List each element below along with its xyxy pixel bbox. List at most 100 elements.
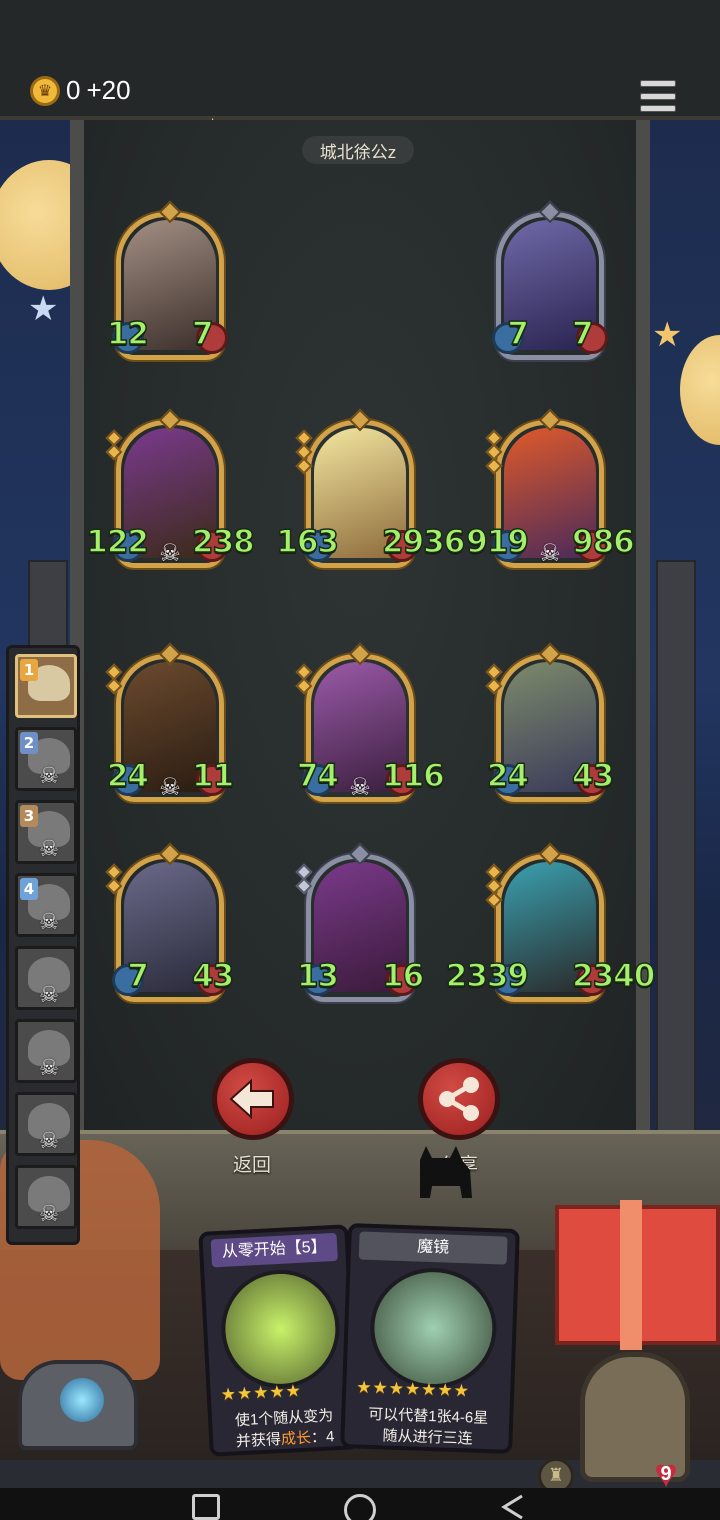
minion-health: 7 — [571, 315, 594, 353]
card-serpent-king[interactable]: 2339 2340 — [445, 842, 656, 1002]
lineup-slot[interactable]: 4 ☠ — [15, 873, 77, 937]
skull-icon: ☠ — [349, 773, 371, 801]
golden-pips — [105, 863, 123, 895]
golden-pips — [485, 863, 503, 909]
lineup-slot[interactable]: 3 ☠ — [15, 800, 77, 864]
card-witch[interactable]: 74 116 ☠ — [295, 642, 445, 802]
desc-text: 并获得 — [235, 1431, 282, 1451]
hand-card-magic-mirror[interactable]: 魔镜 ★★★★★★★ 可以代替1张4-6星 随从进行三连 — [340, 1223, 520, 1454]
golden-pips — [105, 663, 123, 695]
skull-icon: ☠ — [39, 837, 59, 862]
card-treant[interactable]: 122 238 ☠ — [86, 408, 255, 568]
minion-health: 16 — [381, 957, 425, 995]
coin-count: 0 — [66, 75, 81, 105]
card-old-warrior[interactable]: 163 2936 — [276, 408, 466, 568]
menu-bar-icon — [640, 80, 676, 87]
minion-attack: 74 — [296, 757, 340, 795]
card-elf-sorceress[interactable]: 77 — [492, 200, 608, 360]
right-pillar — [656, 560, 696, 1220]
minion-attack: 24 — [106, 757, 150, 795]
skull-icon: ☠ — [39, 1202, 59, 1227]
pip-icon — [295, 877, 313, 895]
lineup-rank: 3 — [20, 805, 38, 827]
star-decoration: ★ — [28, 289, 59, 329]
lineup-rank: 2 — [20, 732, 38, 754]
hand-card-description: 使1个随从变为 并获得成长：4 — [220, 1405, 350, 1454]
minion-health: 116 — [381, 757, 445, 795]
skull-icon: ☠ — [39, 1056, 59, 1081]
minion-health: 238 — [191, 523, 255, 561]
home-icon[interactable] — [344, 1494, 376, 1520]
lineup-slot[interactable]: 2 ☠ — [15, 727, 77, 791]
golden-pips — [105, 429, 123, 461]
golden-pips — [295, 863, 313, 895]
tavern-upgrade-button[interactable] — [18, 1360, 138, 1450]
desc-text: ：4 — [310, 1428, 335, 1447]
hand-card-art — [368, 1265, 499, 1391]
pip-icon — [485, 891, 503, 909]
minion-attack: 12 — [106, 315, 150, 353]
pip-icon — [105, 443, 123, 461]
hero-health-value: 9 — [660, 1463, 672, 1485]
lineup-rank: 1 — [20, 659, 38, 681]
lightning-orb-icon — [60, 1378, 104, 1422]
card-stone-golem[interactable]: 24 43 — [485, 642, 615, 802]
minion-health: 2936 — [381, 523, 466, 561]
opponent-name-tag: 城北徐公z — [302, 136, 414, 164]
share-icon — [439, 1077, 479, 1121]
back-button[interactable] — [212, 1058, 294, 1140]
lineup-slot[interactable]: ☠ — [15, 1019, 77, 1083]
minion-attack: 122 — [86, 523, 150, 561]
skull-icon: ☠ — [39, 1129, 59, 1154]
lineup-slot[interactable]: ☠ — [15, 1165, 77, 1229]
minion-attack: 7 — [507, 315, 530, 353]
hand-card-art — [218, 1266, 343, 1391]
minion-health: 43 — [571, 757, 615, 795]
card-hyena[interactable]: 7 43 — [105, 842, 235, 1002]
card-fire-boar[interactable]: 919 986 ☠ — [466, 408, 635, 568]
minion-health: 2340 — [571, 957, 656, 995]
star-decoration: ★ — [652, 315, 683, 355]
golden-pips — [295, 663, 313, 695]
golden-pips — [485, 663, 503, 695]
moon-right — [680, 335, 720, 445]
skull-icon: ☠ — [39, 910, 59, 935]
hand-card-from-scratch[interactable]: 从零开始【5】 ★★★★★ 使1个随从变为 并获得成长：4 — [198, 1224, 360, 1457]
menu-bar-icon — [640, 105, 676, 112]
minion-attack: 24 — [486, 757, 530, 795]
gift-ribbon — [620, 1200, 642, 1350]
minion-health: 43 — [191, 957, 235, 995]
back-nav-icon[interactable] — [500, 1494, 528, 1520]
pip-icon — [295, 677, 313, 695]
card-rabbit-rogue[interactable]: 12 7 — [106, 200, 228, 360]
arrow-left-icon — [229, 1078, 274, 1120]
minion-attack: 2339 — [445, 957, 530, 995]
pip-icon — [485, 457, 503, 475]
coin-gain: +20 — [86, 75, 131, 105]
pip-icon — [485, 677, 503, 695]
minion-health: 11 — [191, 757, 235, 795]
pip-icon — [295, 457, 313, 475]
skull-icon: ☠ — [159, 773, 181, 801]
menu-bar-icon — [640, 92, 676, 100]
lineup-rank: 4 — [20, 878, 38, 900]
minion-attack: 919 — [466, 523, 530, 561]
lineup-slot[interactable]: ☠ — [15, 946, 77, 1010]
menu-button[interactable] — [640, 80, 676, 112]
card-hedgehog-bandit[interactable]: 24 11 ☠ — [105, 642, 235, 802]
system-nav-bar — [0, 1488, 720, 1520]
golden-pips — [485, 429, 503, 475]
pip-icon — [105, 677, 123, 695]
skull-icon: ☠ — [159, 539, 181, 567]
player-lineup: 1 2 ☠ 3 ☠ 4 ☠ ☠ ☠ ☠ ☠ — [6, 645, 80, 1245]
star-rating-icon: ★★★★★★★ — [355, 1377, 471, 1402]
lineup-slot[interactable]: 1 — [15, 654, 77, 718]
card-clown[interactable]: 13 16 — [295, 842, 425, 1002]
recents-icon[interactable] — [192, 1494, 220, 1520]
share-button[interactable] — [418, 1058, 500, 1140]
back-label: 返回 — [233, 1155, 272, 1176]
hand-card-title: 从零开始【5】 — [210, 1232, 338, 1268]
lineup-slot[interactable]: ☠ — [15, 1092, 77, 1156]
crown-coin-icon: ♛ — [30, 75, 60, 106]
skull-icon: ☠ — [39, 983, 59, 1008]
